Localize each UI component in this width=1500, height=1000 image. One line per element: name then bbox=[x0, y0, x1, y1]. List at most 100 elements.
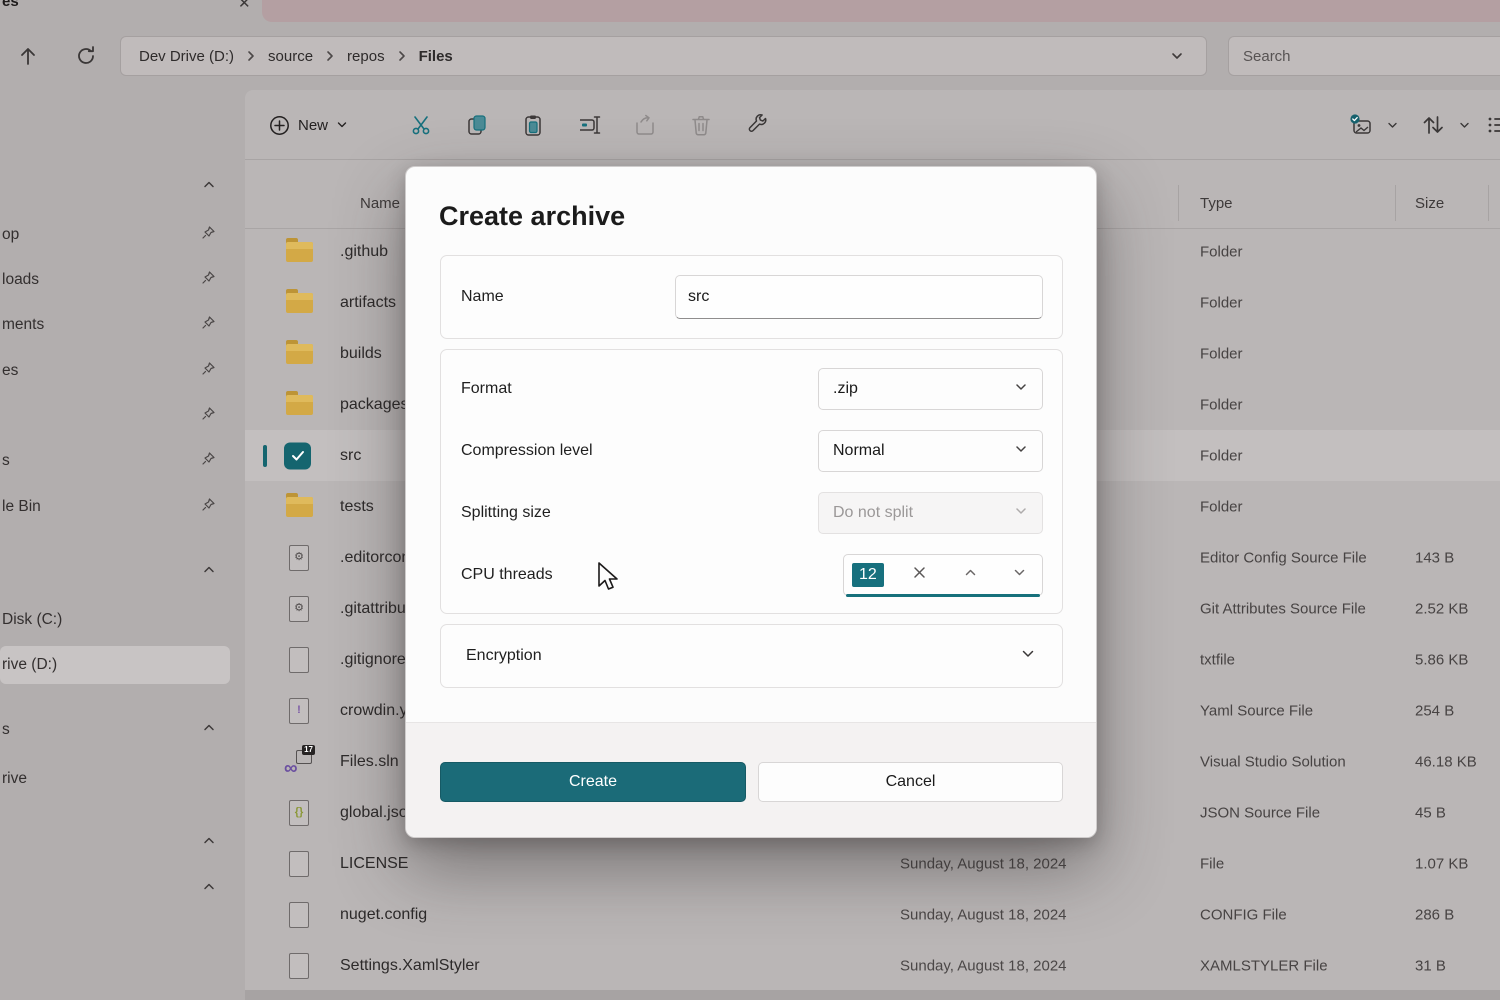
file-row[interactable]: nuget.configSunday, August 18, 2024CONFI… bbox=[245, 889, 1500, 940]
create-button[interactable]: Create bbox=[440, 762, 746, 802]
sidebar-item-label: Disk (C:) bbox=[0, 611, 62, 629]
sidebar-section-collapse[interactable] bbox=[0, 168, 240, 206]
sidebar-item-label: loads bbox=[0, 271, 39, 289]
sort-chevron[interactable] bbox=[1451, 104, 1477, 146]
sidebar-item-dev-drive-d[interactable]: rive (D:) bbox=[0, 646, 230, 684]
cpu-threads-value[interactable]: 12 bbox=[852, 563, 884, 587]
sidebar-item-onedrive[interactable]: rive bbox=[0, 760, 240, 798]
file-row[interactable]: LICENSESunday, August 18, 2024File1.07 K… bbox=[245, 838, 1500, 889]
format-value: .zip bbox=[833, 380, 858, 398]
file-type: Folder bbox=[1200, 498, 1243, 515]
sidebar-item-local-disk-c[interactable]: Disk (C:) bbox=[0, 601, 240, 639]
breadcrumb-drive[interactable]: Dev Drive (D:) bbox=[135, 48, 238, 65]
file-type: Folder bbox=[1200, 345, 1243, 362]
column-header-size[interactable]: Size bbox=[1415, 195, 1444, 212]
column-divider[interactable] bbox=[1395, 185, 1396, 221]
archive-name-input[interactable] bbox=[675, 275, 1043, 319]
chevron-up-icon[interactable] bbox=[202, 880, 216, 899]
pin-icon[interactable] bbox=[201, 270, 216, 290]
breadcrumb-repos[interactable]: repos bbox=[343, 48, 389, 65]
encryption-expander[interactable]: Encryption bbox=[440, 624, 1063, 688]
tools-button[interactable] bbox=[736, 104, 778, 146]
config-file-icon: ⚙ bbox=[285, 544, 313, 572]
active-tab-title: es bbox=[2, 0, 19, 10]
checkbox-checked-icon[interactable] bbox=[284, 442, 311, 469]
sidebar-item-label: s bbox=[0, 452, 10, 470]
new-button[interactable]: New bbox=[259, 104, 358, 146]
folder-icon bbox=[285, 340, 313, 368]
chevron-up-icon[interactable] bbox=[202, 721, 216, 740]
file-name: LICENSE bbox=[340, 855, 408, 873]
cut-button[interactable] bbox=[400, 104, 442, 146]
sidebar-item-pictures[interactable]: es bbox=[0, 352, 240, 390]
delete-button[interactable] bbox=[680, 104, 722, 146]
chevron-down-icon[interactable] bbox=[1020, 646, 1036, 667]
increment-chevron-up-icon[interactable] bbox=[963, 565, 978, 585]
cancel-button[interactable]: Cancel bbox=[758, 762, 1063, 802]
sidebar-item-downloads[interactable]: loads bbox=[0, 261, 240, 299]
clear-icon[interactable] bbox=[912, 565, 927, 585]
nav-up-button[interactable] bbox=[8, 36, 48, 76]
select-toggle-chevron[interactable] bbox=[1379, 104, 1405, 146]
sort-button[interactable] bbox=[1413, 104, 1453, 146]
address-dropdown-chevron-icon[interactable] bbox=[1170, 49, 1184, 68]
file-size: 45 B bbox=[1415, 804, 1446, 821]
chevron-up-icon[interactable] bbox=[202, 834, 216, 853]
pin-icon[interactable] bbox=[201, 451, 216, 471]
select-items-toggle[interactable] bbox=[1343, 104, 1379, 146]
format-dropdown[interactable]: .zip bbox=[818, 368, 1043, 410]
file-row[interactable]: Settings.XamlStylerSunday, August 18, 20… bbox=[245, 940, 1500, 991]
splitting-dropdown[interactable]: Do not split bbox=[818, 492, 1043, 534]
file-type: CONFIG File bbox=[1200, 906, 1287, 923]
cpu-threads-stepper[interactable]: 12 bbox=[843, 554, 1043, 596]
decrement-chevron-down-icon[interactable] bbox=[1012, 565, 1027, 585]
sidebar-section-cloud-drives[interactable]: s bbox=[0, 711, 240, 749]
cpu-threads-row: CPU threads 12 bbox=[441, 544, 1062, 606]
pin-icon[interactable] bbox=[201, 406, 216, 426]
address-bar[interactable]: Dev Drive (D:) source repos Files bbox=[120, 36, 1207, 76]
pin-icon[interactable] bbox=[201, 497, 216, 517]
compression-dropdown[interactable]: Normal bbox=[818, 430, 1043, 472]
tab-close-icon[interactable]: ✕ bbox=[238, 0, 251, 12]
sidebar-section-collapse[interactable] bbox=[0, 870, 240, 908]
file-size: 143 B bbox=[1415, 549, 1454, 566]
sidebar-item-documents[interactable]: ments bbox=[0, 306, 240, 344]
create-archive-dialog: Create archive Name Format .zip Compress… bbox=[405, 166, 1097, 838]
column-header-name[interactable]: Name bbox=[360, 195, 400, 212]
sidebar-item-videos[interactable]: s bbox=[0, 442, 240, 480]
sidebar-item-desktop[interactable]: op bbox=[0, 216, 240, 254]
sidebar-item-recycle-bin[interactable]: le Bin bbox=[0, 488, 240, 526]
chevron-down-icon bbox=[1386, 119, 1399, 132]
folder-icon bbox=[285, 493, 313, 521]
column-divider[interactable] bbox=[1488, 185, 1489, 221]
chevron-up-icon[interactable] bbox=[202, 563, 216, 582]
file-size: 46.18 KB bbox=[1415, 753, 1477, 770]
delete-icon bbox=[689, 113, 713, 137]
search-box[interactable] bbox=[1228, 36, 1500, 76]
column-header-type[interactable]: Type bbox=[1200, 195, 1233, 212]
splitting-row: Splitting size Do not split bbox=[441, 482, 1062, 544]
pin-icon[interactable] bbox=[201, 315, 216, 335]
navigation-bar: Dev Drive (D:) source repos Files bbox=[0, 22, 1500, 90]
copy-button[interactable] bbox=[456, 104, 498, 146]
sort-icon bbox=[1420, 113, 1446, 137]
pin-icon[interactable] bbox=[201, 225, 216, 245]
mouse-cursor bbox=[597, 562, 623, 596]
file-type: Folder bbox=[1200, 447, 1243, 464]
file-type: Folder bbox=[1200, 396, 1243, 413]
file-type: Yaml Source File bbox=[1200, 702, 1313, 719]
share-button[interactable] bbox=[624, 104, 666, 146]
paste-button[interactable] bbox=[512, 104, 554, 146]
breadcrumb-source[interactable]: source bbox=[264, 48, 317, 65]
chevron-up-icon[interactable] bbox=[202, 178, 216, 197]
nav-refresh-button[interactable] bbox=[66, 36, 106, 76]
breadcrumb-current-files[interactable]: Files bbox=[415, 48, 457, 65]
sidebar-item-music[interactable] bbox=[0, 397, 240, 435]
rename-button[interactable] bbox=[568, 104, 610, 146]
column-divider[interactable] bbox=[1178, 185, 1179, 221]
sidebar-section-collapse[interactable] bbox=[0, 553, 240, 591]
sidebar-section-collapse[interactable] bbox=[0, 824, 240, 862]
pin-icon[interactable] bbox=[201, 361, 216, 381]
details-view-button[interactable] bbox=[1485, 104, 1500, 146]
search-input[interactable] bbox=[1243, 48, 1499, 65]
